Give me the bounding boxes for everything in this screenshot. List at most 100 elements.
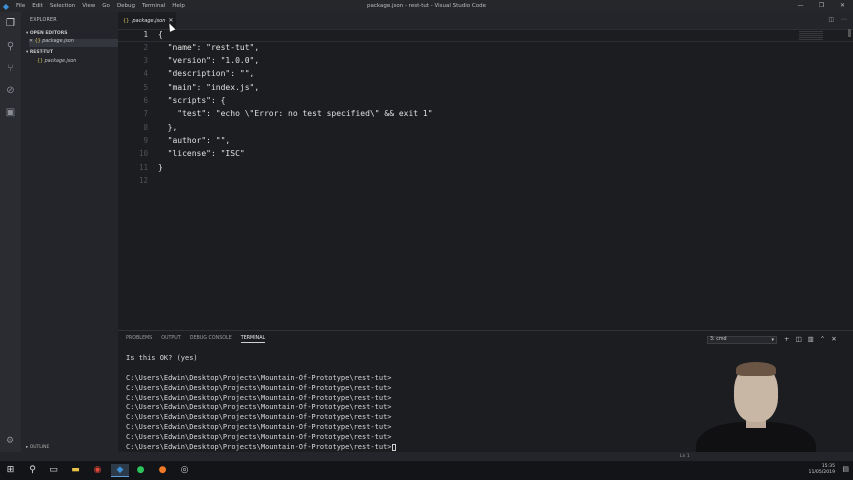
terminal-line: C:\Users\Edwin\Desktop\Projects\Mountain… (126, 403, 396, 413)
chrome-icon[interactable]: ◉ (91, 464, 104, 477)
code-line[interactable]: "test": "echo \"Error: no test specified… (158, 109, 432, 118)
terminal-line: C:\Users\Edwin\Desktop\Projects\Mountain… (126, 433, 396, 443)
maximize-panel-icon[interactable]: ⌃ (820, 335, 825, 343)
menu-help[interactable]: Help (172, 3, 185, 9)
debug-icon[interactable]: ⊘ (4, 84, 17, 97)
new-terminal-icon[interactable]: + (784, 335, 789, 343)
code-line[interactable]: "scripts": { (158, 96, 226, 105)
json-file-icon: {} (34, 39, 41, 44)
code-line[interactable]: "license": "ISC" (158, 149, 245, 158)
code-line[interactable]: "description": "", (158, 69, 255, 78)
scrollbar[interactable] (848, 29, 851, 37)
explorer-icon[interactable]: ❐ (4, 17, 17, 30)
maximize-button[interactable]: ❐ (811, 0, 832, 12)
explorer-sidebar: EXPLORER ▾ OPEN EDITORS ✕ {} package.jso… (21, 12, 118, 461)
search-icon[interactable]: ⚲ (26, 464, 39, 477)
activity-bar: ❐ ⚲ ⑂ ⊘ ▣ (0, 12, 21, 461)
terminal-line: C:\Users\Edwin\Desktop\Projects\Mountain… (126, 374, 396, 384)
line-number: 10 (138, 149, 148, 159)
tab-terminal[interactable]: TERMINAL (240, 336, 266, 343)
terminal-output[interactable]: Is this OK? (yes) C:\Users\Edwin\Desktop\… (126, 354, 396, 453)
line-number: 2 (143, 42, 148, 52)
open-editor-filename: package.json (42, 39, 74, 44)
menu-file[interactable]: File (16, 3, 25, 9)
vscode-logo-icon: ◆ (2, 1, 10, 11)
code-line[interactable]: "version": "1.0.0", (158, 56, 260, 65)
trash-icon[interactable]: ▥ (808, 335, 814, 343)
tab-output[interactable]: OUTPUT (161, 336, 181, 343)
editor-actions: ◫ ⋯ (828, 16, 847, 23)
task-view-icon[interactable]: ▭ (47, 464, 60, 477)
terminal-line: Is this OK? (yes) (126, 354, 396, 364)
close-icon[interactable]: ✕ (29, 39, 33, 44)
line-number: 5 (143, 82, 148, 92)
open-editors-section[interactable]: ▾ OPEN EDITORS (26, 31, 67, 36)
menu-selection[interactable]: Selection (50, 3, 75, 9)
code-line[interactable]: "author": "", (158, 136, 231, 145)
gear-icon[interactable]: ⚙ (6, 436, 14, 446)
file-item[interactable]: {} package.json (37, 59, 76, 64)
menu-terminal[interactable]: Terminal (142, 3, 165, 9)
open-editors-label: OPEN EDITORS (29, 31, 68, 36)
json-file-icon: {} (123, 17, 130, 24)
code-editor[interactable]: 1 2 3 4 5 6 7 8 9 10 11 12 { "name": "rest-tut", "v… (118, 29, 853, 330)
outline-section[interactable]: ▸ OUTLINE (26, 445, 49, 450)
terminal-select[interactable]: 3: cmd ▾ (707, 336, 777, 344)
split-terminal-icon[interactable]: ◫ (795, 335, 801, 343)
terminal-line: C:\Users\Edwin\Desktop\Projects\Mountain… (126, 413, 396, 423)
folder-section[interactable]: ▾ REST-TUT (26, 50, 53, 55)
vscode-taskbar-icon[interactable]: ◆ (111, 464, 129, 477)
split-editor-icon[interactable]: ◫ (828, 16, 834, 23)
editor-tab-bar: {} package.json ✕ ◫ ⋯ (118, 12, 853, 29)
terminal-line-text: C:\Users\Edwin\Desktop\Projects\Mountain… (126, 373, 392, 382)
terminal-line-text: C:\Users\Edwin\Desktop\Projects\Mountain… (126, 433, 392, 442)
spotify-icon[interactable]: ● (134, 464, 147, 477)
chevron-down-icon: ▾ (771, 337, 774, 343)
open-editor-item[interactable]: ✕ {} package.json (29, 39, 118, 47)
terminal-select-value: 3: cmd (710, 337, 727, 342)
notification-icon[interactable]: ▤ (842, 465, 849, 473)
line-number: 6 (143, 96, 148, 105)
postman-icon[interactable]: ● (156, 464, 169, 477)
line-number: 12 (138, 175, 148, 185)
panel-tabs: PROBLEMS OUTPUT DEBUG CONSOLE TERMINAL (126, 336, 266, 343)
system-clock[interactable]: 15:35 11/05/2019 (809, 464, 835, 476)
minimap[interactable] (799, 31, 823, 41)
menu-edit[interactable]: Edit (32, 3, 43, 9)
more-actions-icon[interactable]: ⋯ (841, 16, 847, 23)
tab-debug-console[interactable]: DEBUG CONSOLE (190, 336, 232, 343)
tab-label: package.json (132, 17, 166, 24)
code-line[interactable]: { (158, 30, 163, 39)
search-icon[interactable]: ⚲ (4, 40, 17, 53)
current-line-highlight (118, 29, 853, 42)
terminal-line-text: C:\Users\Edwin\Desktop\Projects\Mountain… (126, 413, 392, 422)
windows-start-icon[interactable]: ⊞ (4, 464, 17, 477)
code-line[interactable]: "main": "index.js", (158, 83, 260, 92)
terminal-line-text: C:\Users\Edwin\Desktop\Projects\Mountain… (126, 383, 392, 392)
line-number-gutter: 1 2 3 4 5 6 7 8 9 10 11 12 (118, 29, 154, 330)
minimize-button[interactable]: — (790, 0, 811, 12)
extensions-icon[interactable]: ▣ (4, 106, 17, 119)
file-explorer-icon[interactable]: ▬ (69, 464, 82, 477)
app-icon[interactable]: ◎ (178, 464, 191, 477)
menu-view[interactable]: View (82, 3, 95, 9)
terminal-caret (391, 443, 396, 451)
close-panel-icon[interactable]: ✕ (831, 335, 836, 343)
code-line[interactable]: }, (158, 123, 178, 132)
explorer-title: EXPLORER (30, 18, 57, 23)
source-control-icon[interactable]: ⑂ (4, 62, 17, 75)
menu-go[interactable]: Go (102, 3, 110, 9)
outline-label: OUTLINE (29, 445, 50, 450)
window-controls: — ❐ ✕ (790, 0, 853, 12)
menu-bar: File Edit Selection View Go Debug Termin… (16, 3, 185, 9)
cursor-position[interactable]: Ln 1 (680, 454, 690, 459)
code-line[interactable]: "name": "rest-tut", (158, 43, 260, 52)
line-number: 11 (138, 162, 148, 172)
menu-debug[interactable]: Debug (117, 3, 135, 9)
close-window-button[interactable]: ✕ (832, 0, 853, 12)
code-line[interactable]: } (158, 163, 163, 172)
line-number: 7 (143, 109, 148, 119)
tab-problems[interactable]: PROBLEMS (126, 336, 152, 343)
line-number: 4 (143, 69, 148, 79)
